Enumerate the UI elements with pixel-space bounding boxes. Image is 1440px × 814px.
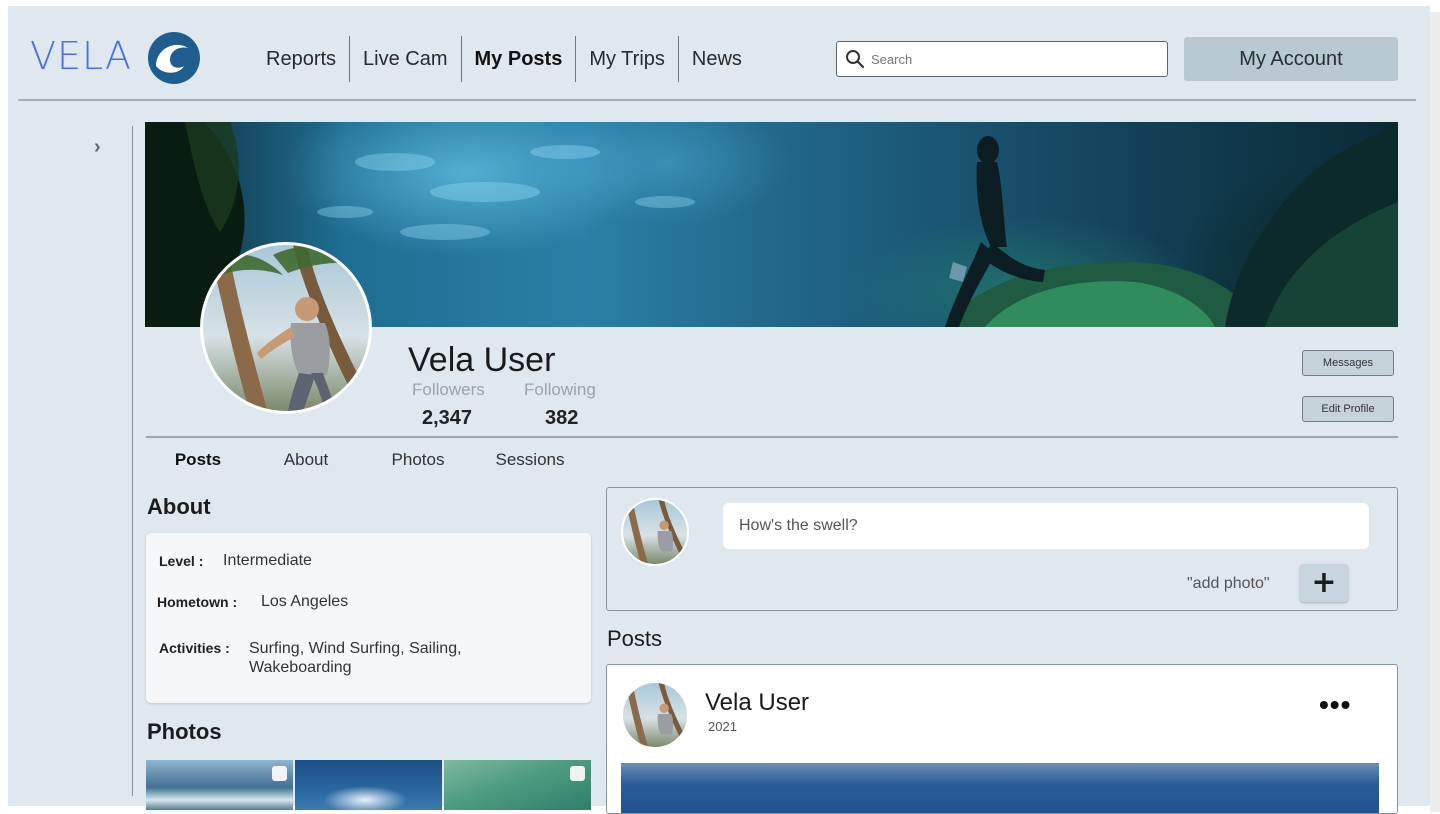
search-icon (846, 50, 865, 69)
about-card: Level : Intermediate Hometown : Los Ange… (146, 533, 591, 703)
add-photo-label: "add photo" (1187, 575, 1270, 592)
about-heading: About (147, 494, 211, 519)
wave-logo-icon[interactable] (146, 30, 202, 86)
search-input[interactable] (871, 51, 1151, 67)
search-box[interactable] (836, 41, 1168, 77)
multi-photo-icon (272, 766, 287, 781)
followers-label: Followers (412, 380, 485, 399)
video-icon (570, 766, 585, 781)
nav-reports[interactable]: Reports (253, 36, 349, 82)
app-window: VELA Reports Live Cam My Posts My Trips … (8, 6, 1430, 814)
photo-thumbnail[interactable] (444, 760, 591, 810)
sidebar-expand-chevron-icon[interactable]: › (94, 136, 101, 159)
nav-live-cam[interactable]: Live Cam (350, 36, 460, 82)
nav-my-trips[interactable]: My Trips (576, 36, 678, 82)
nav-news[interactable]: News (679, 36, 755, 82)
header-divider (18, 99, 1416, 101)
brand-logo-text[interactable]: VELA (30, 34, 132, 78)
post-author-avatar[interactable] (621, 681, 689, 749)
tab-posts[interactable]: Posts (146, 450, 250, 470)
profile-divider (146, 436, 1398, 438)
avatar-photo-illustration (626, 683, 687, 747)
post-more-options-icon[interactable]: ••• (1319, 691, 1351, 719)
photo-thumbnail[interactable] (146, 760, 293, 810)
tab-photos[interactable]: Photos (362, 450, 474, 470)
profile-tabs: Posts About Photos Sessions (146, 450, 586, 470)
following-label: Following (524, 380, 596, 399)
photos-heading: Photos (147, 719, 222, 744)
profile-name: Vela User (408, 341, 556, 379)
compose-post-input[interactable] (723, 503, 1369, 549)
activities-value-line1: Surfing, Wind Surfing, Sailing, (249, 640, 462, 657)
level-value: Intermediate (223, 552, 312, 569)
tab-about[interactable]: About (250, 450, 362, 470)
tab-sessions[interactable]: Sessions (474, 450, 586, 470)
post-composer: "add photo" + (606, 487, 1398, 611)
top-nav: Reports Live Cam My Posts My Trips News (253, 36, 755, 82)
photos-grid (146, 760, 591, 810)
hometown-value: Los Angeles (261, 593, 349, 610)
edit-profile-button[interactable]: Edit Profile (1302, 396, 1394, 422)
photo-thumbnail[interactable] (295, 760, 442, 810)
activities-key: Activities : (159, 640, 230, 656)
following-count[interactable]: 382 (545, 407, 578, 430)
post-author-name[interactable]: Vela User (705, 689, 809, 717)
activities-value-line2: Wakeboarding (249, 659, 352, 676)
avatar-photo-illustration (626, 500, 687, 564)
window-edge (1430, 12, 1440, 812)
composer-avatar[interactable] (621, 498, 689, 566)
post-image[interactable] (621, 763, 1379, 813)
nav-my-posts[interactable]: My Posts (462, 36, 576, 82)
messages-button[interactable]: Messages (1302, 350, 1394, 376)
add-photo-button[interactable]: + (1300, 564, 1348, 602)
hometown-key: Hometown : (157, 594, 238, 610)
post-date: 2021 (708, 719, 737, 734)
profile-avatar[interactable] (200, 242, 372, 414)
avatar-photo-illustration (203, 245, 369, 411)
followers-count[interactable]: 2,347 (422, 407, 472, 430)
posts-heading: Posts (607, 626, 663, 651)
level-key: Level : (159, 553, 204, 569)
my-account-button[interactable]: My Account (1184, 37, 1398, 81)
post-card: Vela User 2021 ••• (606, 664, 1398, 814)
sidebar-divider (132, 126, 133, 796)
